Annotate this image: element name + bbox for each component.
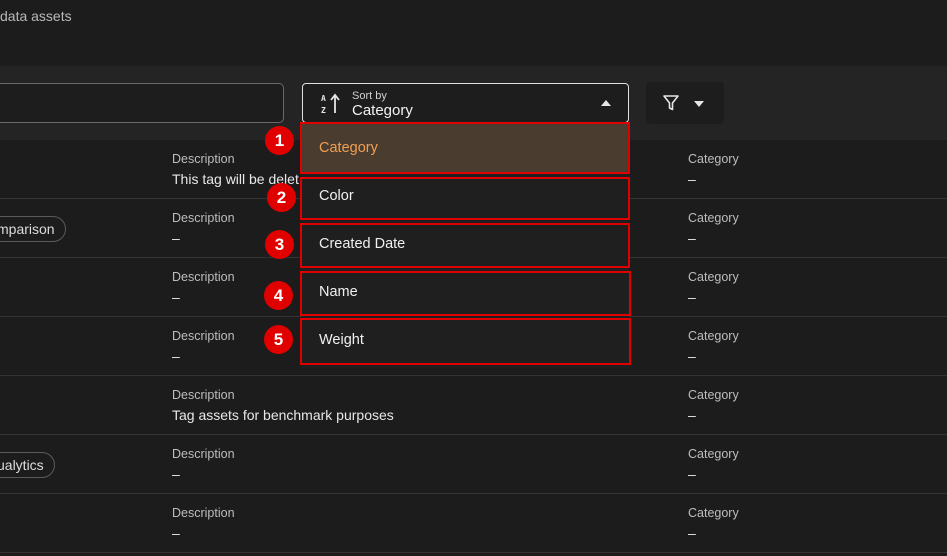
description-label: Description <box>172 506 235 520</box>
description-label: Description <box>172 211 235 225</box>
sort-option-category[interactable]: Category <box>302 124 629 172</box>
table-row[interactable]: ualytics Description – Category – <box>0 435 947 494</box>
caret-up-icon <box>601 100 611 106</box>
page-breadcrumb: data assets <box>0 8 72 24</box>
category-value: – <box>688 407 696 423</box>
sort-by-value: Category <box>352 102 413 119</box>
annotation-badge: 3 <box>265 230 294 259</box>
sort-az-icon: A Z <box>321 93 340 115</box>
annotation-badge: 1 <box>265 126 294 155</box>
filter-button[interactable] <box>646 82 724 124</box>
caret-down-icon <box>694 101 704 107</box>
annotation-badge: 4 <box>264 281 293 310</box>
description-value: Tag assets for benchmark purposes <box>172 407 394 423</box>
category-label: Category <box>688 270 739 284</box>
sort-option-created-date[interactable]: Created Date <box>302 220 629 268</box>
category-value: – <box>688 171 696 187</box>
description-label: Description <box>172 388 235 402</box>
description-label: Description <box>172 329 235 343</box>
sort-by-dropdown[interactable]: A Z Sort by Category <box>302 83 629 123</box>
category-value: – <box>688 348 696 364</box>
sort-by-label: Sort by <box>352 90 387 102</box>
category-label: Category <box>688 152 739 166</box>
table-row[interactable]: Description Tag assets for benchmark pur… <box>0 376 947 435</box>
description-value: – <box>172 466 180 482</box>
category-value: – <box>688 525 696 541</box>
annotation-badge: 2 <box>267 183 296 212</box>
category-value: – <box>688 289 696 305</box>
sort-option-color[interactable]: Color <box>302 172 629 220</box>
sort-option-weight[interactable]: Weight <box>302 316 629 364</box>
filter-icon <box>663 95 679 111</box>
category-label: Category <box>688 388 739 402</box>
description-label: Description <box>172 152 235 166</box>
category-label: Category <box>688 447 739 461</box>
category-value: – <box>688 230 696 246</box>
tag-pill[interactable]: ualytics <box>0 452 55 478</box>
sort-options-menu: Category Color Created Date Name Weight <box>302 124 629 368</box>
description-label: Description <box>172 447 235 461</box>
table-row[interactable]: Description – Category – <box>0 494 947 553</box>
category-value: – <box>688 466 696 482</box>
sort-option-name[interactable]: Name <box>302 268 629 316</box>
svg-text:A: A <box>321 94 326 103</box>
description-label: Description <box>172 270 235 284</box>
description-value: – <box>172 525 180 541</box>
search-input[interactable] <box>0 83 284 123</box>
annotation-badge: 5 <box>264 325 293 354</box>
category-label: Category <box>688 211 739 225</box>
category-label: Category <box>688 506 739 520</box>
svg-text:Z: Z <box>321 106 326 115</box>
tag-pill[interactable]: mparison <box>0 216 66 242</box>
description-value: – <box>172 230 180 246</box>
description-value: – <box>172 348 180 364</box>
description-value: – <box>172 289 180 305</box>
category-label: Category <box>688 329 739 343</box>
